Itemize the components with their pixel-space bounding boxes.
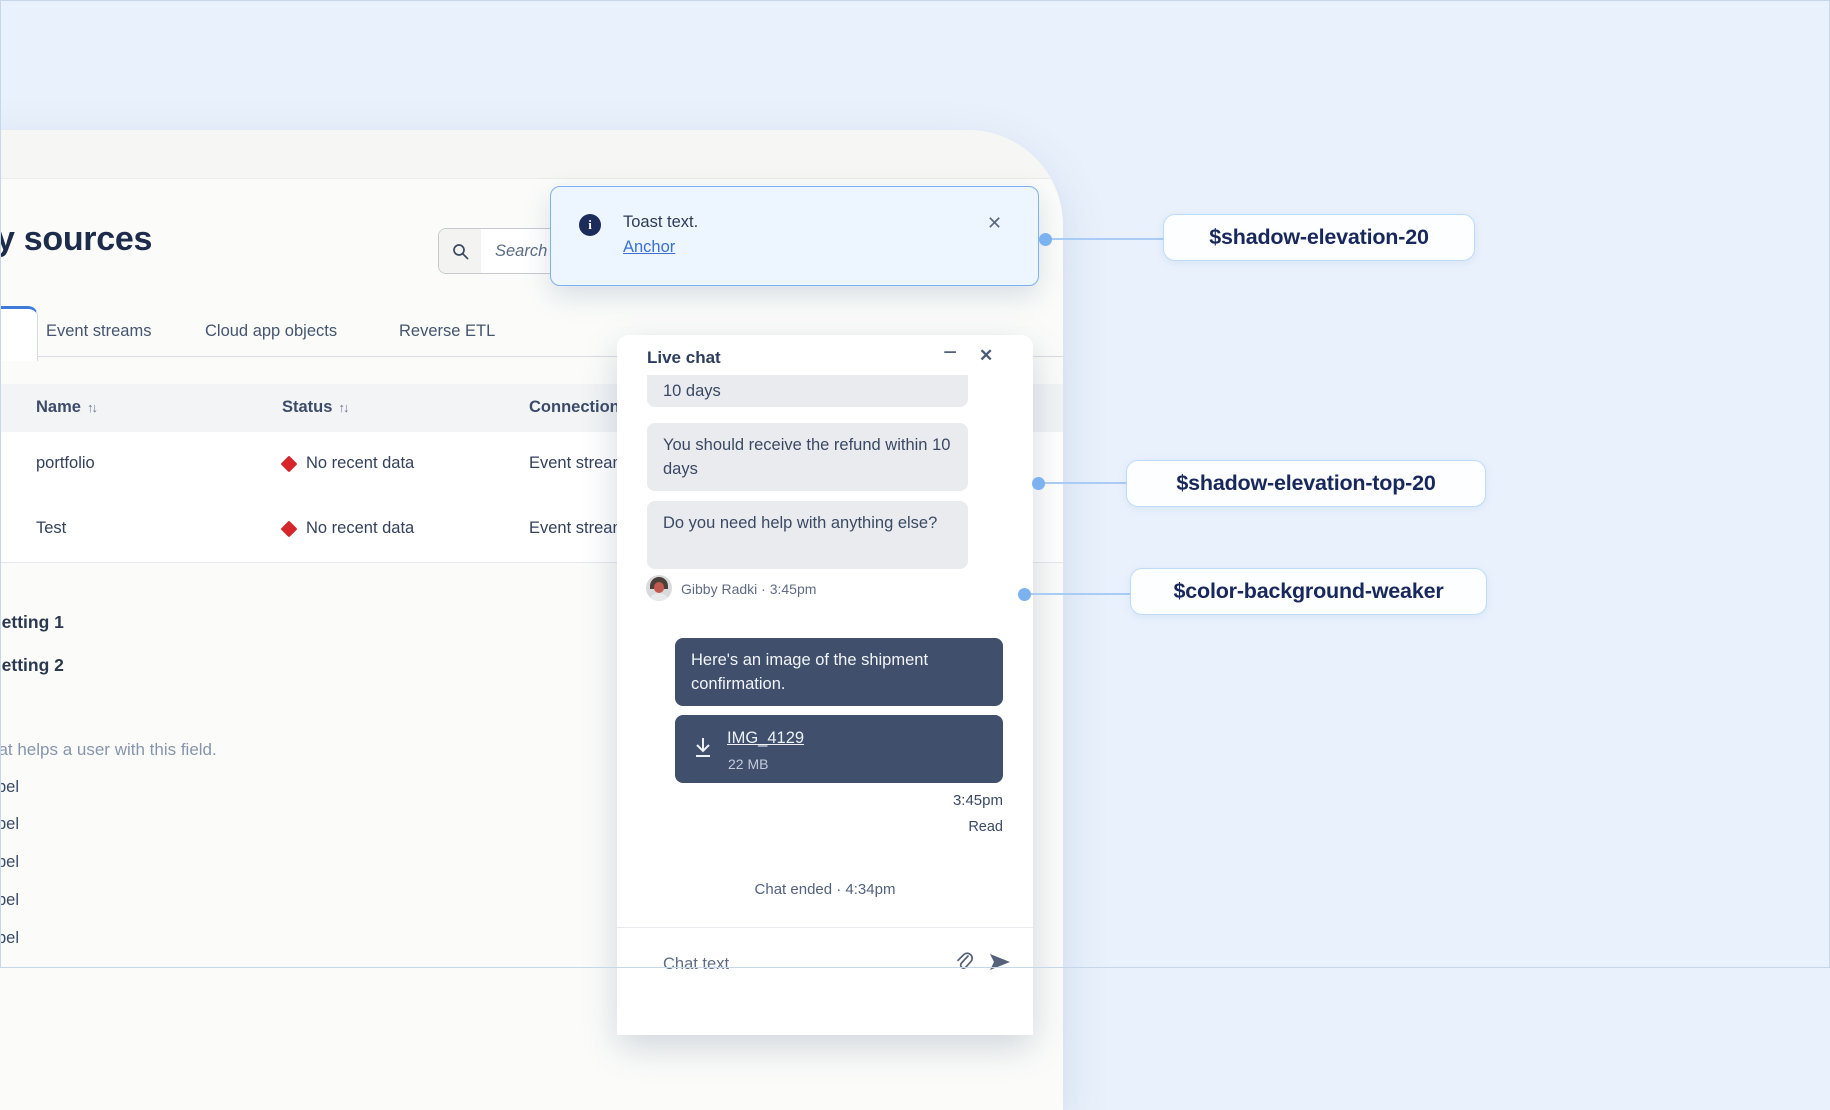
chat-title: Live chat [647, 348, 721, 367]
field-label: bel [0, 929, 20, 947]
setting-1-heading: Setting 1 [0, 612, 64, 632]
leader-dot [1031, 476, 1045, 490]
field-label: bel [0, 778, 20, 796]
agent-name-timestamp: Gibby Radki · 3:45pm [681, 581, 817, 597]
send-icon[interactable] [989, 953, 1011, 971]
read-receipt: Read [968, 819, 1003, 835]
paperclip-icon[interactable] [955, 951, 973, 971]
tab-active-fragment[interactable] [0, 306, 38, 361]
cell-status: No recent data [306, 454, 415, 472]
avatar-face [654, 582, 664, 593]
token-label-color-background-weaker: $color-background-weaker [1130, 568, 1487, 615]
toast-anchor-link[interactable]: Anchor [623, 238, 675, 257]
leader-dot [1038, 232, 1052, 246]
sort-icon[interactable]: ↑↓ [87, 400, 98, 415]
field-label: bel [0, 815, 20, 833]
chat-input[interactable]: Chat text [663, 955, 729, 974]
column-header-status-label: Status [282, 398, 333, 416]
search-icon [452, 243, 468, 259]
attachment-link[interactable]: IMG_4129 [727, 726, 804, 750]
chat-message-incoming: Do you need help with anything else? [647, 501, 968, 569]
column-header-name[interactable]: Name ↑↓ [36, 398, 98, 417]
chat-message-incoming: You should receive the refund within 10 … [647, 423, 968, 491]
chat-message-outgoing: Here's an image of the shipment confirma… [675, 638, 1003, 706]
error-diamond-icon [280, 455, 298, 473]
field-label: bel [0, 853, 20, 871]
chat-message-text: 10 days [663, 382, 721, 400]
agent-avatar [646, 575, 672, 601]
leader-line [1038, 481, 1126, 485]
page-title: y sources [0, 220, 153, 258]
chat-input-divider [617, 927, 1033, 928]
avatar-body [649, 593, 669, 601]
error-diamond-icon [280, 520, 298, 538]
sort-icon[interactable]: ↑↓ [338, 400, 349, 415]
chat-attachment-bubble: IMG_4129 22 MB [675, 715, 1003, 783]
download-icon [696, 738, 710, 757]
leader-line [1045, 237, 1163, 241]
attachment-size: 22 MB [728, 756, 769, 772]
tab-reverse-etl[interactable]: Reverse ETL [399, 322, 495, 341]
leader-line [1024, 592, 1130, 596]
field-label: bel [0, 891, 20, 909]
info-icon: i [579, 214, 601, 236]
chat-ended-line: Chat ended · 4:34pm [754, 881, 896, 898]
setting-2-heading: Setting 2 [0, 655, 64, 675]
leader-dot [1017, 587, 1031, 601]
live-chat-widget: 10 days You should receive the refund wi… [617, 335, 1033, 1035]
chat-header: Live chat − ✕ [617, 335, 1033, 375]
search-placeholder: Search [495, 241, 548, 260]
cell-name: portfolio [36, 454, 95, 472]
message-timestamp: 3:45pm [952, 792, 1003, 809]
column-header-name-label: Name [36, 398, 81, 416]
toast: i Toast text. Anchor ✕ [550, 186, 1039, 286]
token-label-shadow-elevation-20: $shadow-elevation-20 [1163, 214, 1475, 261]
token-label-shadow-elevation-top-20: $shadow-elevation-top-20 [1126, 460, 1486, 507]
close-icon[interactable]: ✕ [979, 346, 993, 366]
cell-name: Test [36, 519, 67, 537]
column-header-connection-label: Connection [529, 398, 620, 416]
app-top-strip [0, 130, 1063, 179]
tab-cloud-app-objects[interactable]: Cloud app objects [205, 322, 337, 341]
tab-event-streams[interactable]: Event streams [46, 322, 151, 341]
close-icon[interactable]: ✕ [987, 213, 1002, 234]
help-text: hat helps a user with this field. [0, 740, 217, 759]
minimize-icon[interactable]: − [943, 339, 957, 367]
column-header-status[interactable]: Status ↑↓ [282, 398, 349, 417]
column-header-connection[interactable]: Connection [529, 398, 620, 417]
search-icon-zone [439, 229, 481, 273]
toast-text: Toast text. [623, 213, 699, 231]
cell-status: No recent data [306, 519, 415, 537]
